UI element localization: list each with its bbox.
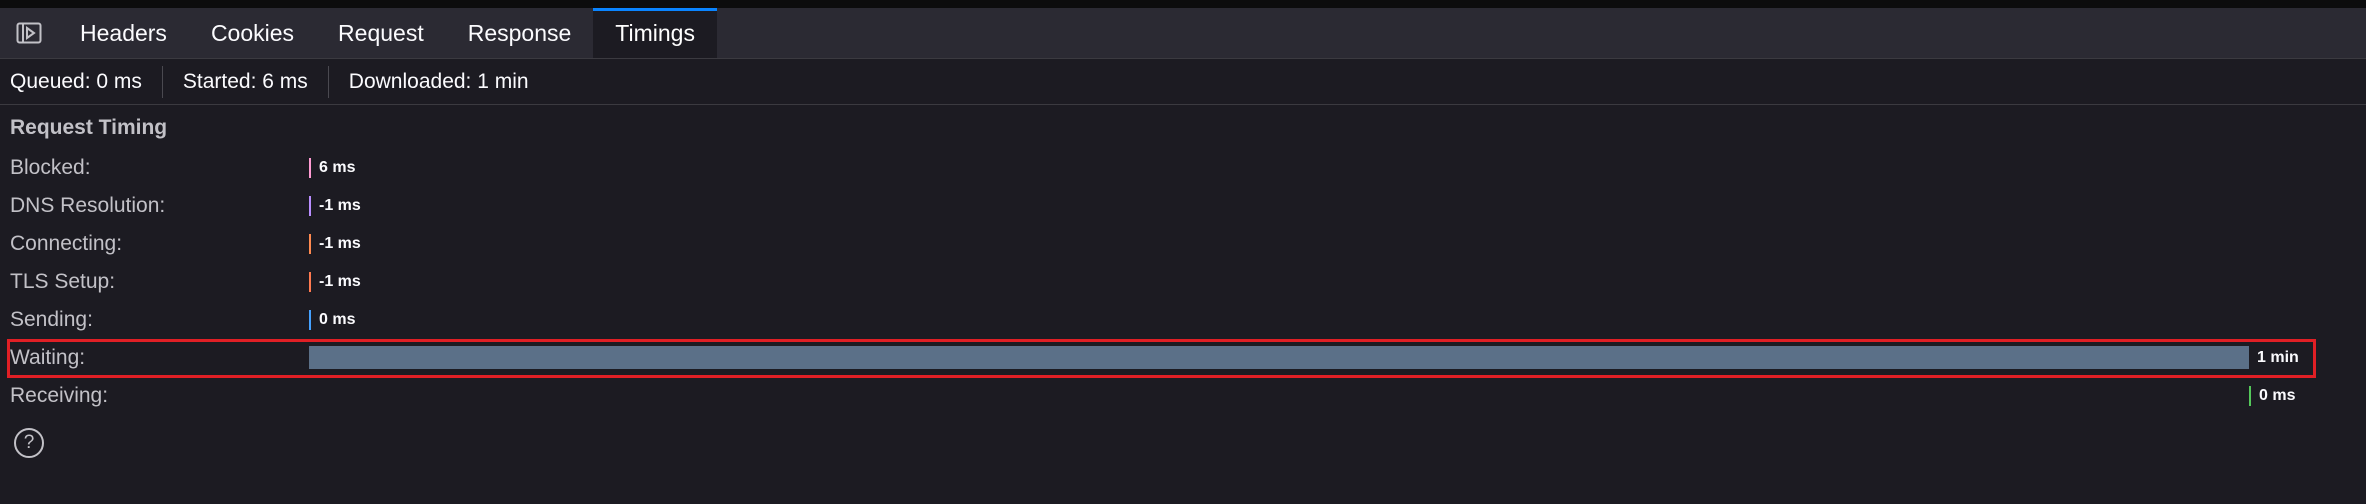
timing-value: -1 ms xyxy=(319,235,361,252)
timing-summary-bar: Queued: 0 ms Started: 6 ms Downloaded: 1… xyxy=(0,59,2366,105)
timing-row-connecting: Connecting: -1 ms xyxy=(0,225,2366,263)
timing-bar xyxy=(309,272,311,292)
timing-label: Blocked: xyxy=(10,156,91,179)
timing-value: 0 ms xyxy=(2259,387,2296,404)
downloaded-summary: Downloaded: 1 min xyxy=(348,69,529,93)
timing-value: 1 min xyxy=(2257,349,2299,366)
timing-row-blocked: Blocked: 6 ms xyxy=(0,149,2366,187)
timings-panel: Headers Cookies Request Response Timings… xyxy=(0,0,2366,504)
tab-response[interactable]: Response xyxy=(446,8,594,58)
window-top-border xyxy=(0,0,2366,8)
timing-value: -1 ms xyxy=(319,197,361,214)
timing-value: 6 ms xyxy=(319,159,356,176)
timing-label: Sending: xyxy=(10,308,93,331)
timing-label: Connecting: xyxy=(10,232,123,255)
timing-row-tls-setup: TLS Setup: -1 ms xyxy=(0,263,2366,301)
timing-label: Waiting: xyxy=(10,346,86,369)
timing-bar xyxy=(309,310,311,330)
timing-label: TLS Setup: xyxy=(10,270,116,293)
timing-row-receiving: Receiving: 0 ms xyxy=(0,377,2366,415)
timing-value: 0 ms xyxy=(319,311,356,328)
timing-row-waiting: Waiting: 1 min xyxy=(0,339,2366,377)
tab-request[interactable]: Request xyxy=(316,8,446,58)
tab-cookies[interactable]: Cookies xyxy=(189,8,316,58)
tab-headers[interactable]: Headers xyxy=(58,8,189,58)
timing-row-dns-resolution: DNS Resolution: -1 ms xyxy=(0,187,2366,225)
timing-bar xyxy=(309,234,311,254)
sidebar-toggle-icon[interactable] xyxy=(0,8,58,58)
timing-value: -1 ms xyxy=(319,273,361,290)
timing-label: Receiving: xyxy=(10,384,109,407)
timing-bar xyxy=(309,346,2249,369)
timing-bar xyxy=(2249,386,2251,406)
details-tabbar: Headers Cookies Request Response Timings xyxy=(0,8,2366,59)
request-timing-heading: Request Timing xyxy=(10,116,168,139)
queued-summary: Queued: 0 ms xyxy=(0,65,163,98)
timing-bar xyxy=(309,196,311,216)
tab-timings[interactable]: Timings xyxy=(593,8,717,58)
timing-label: DNS Resolution: xyxy=(10,194,166,217)
timing-row-sending: Sending: 0 ms xyxy=(0,301,2366,339)
timing-bar xyxy=(309,158,311,178)
started-summary: Started: 6 ms xyxy=(163,65,329,98)
help-icon[interactable]: ? xyxy=(14,428,44,458)
